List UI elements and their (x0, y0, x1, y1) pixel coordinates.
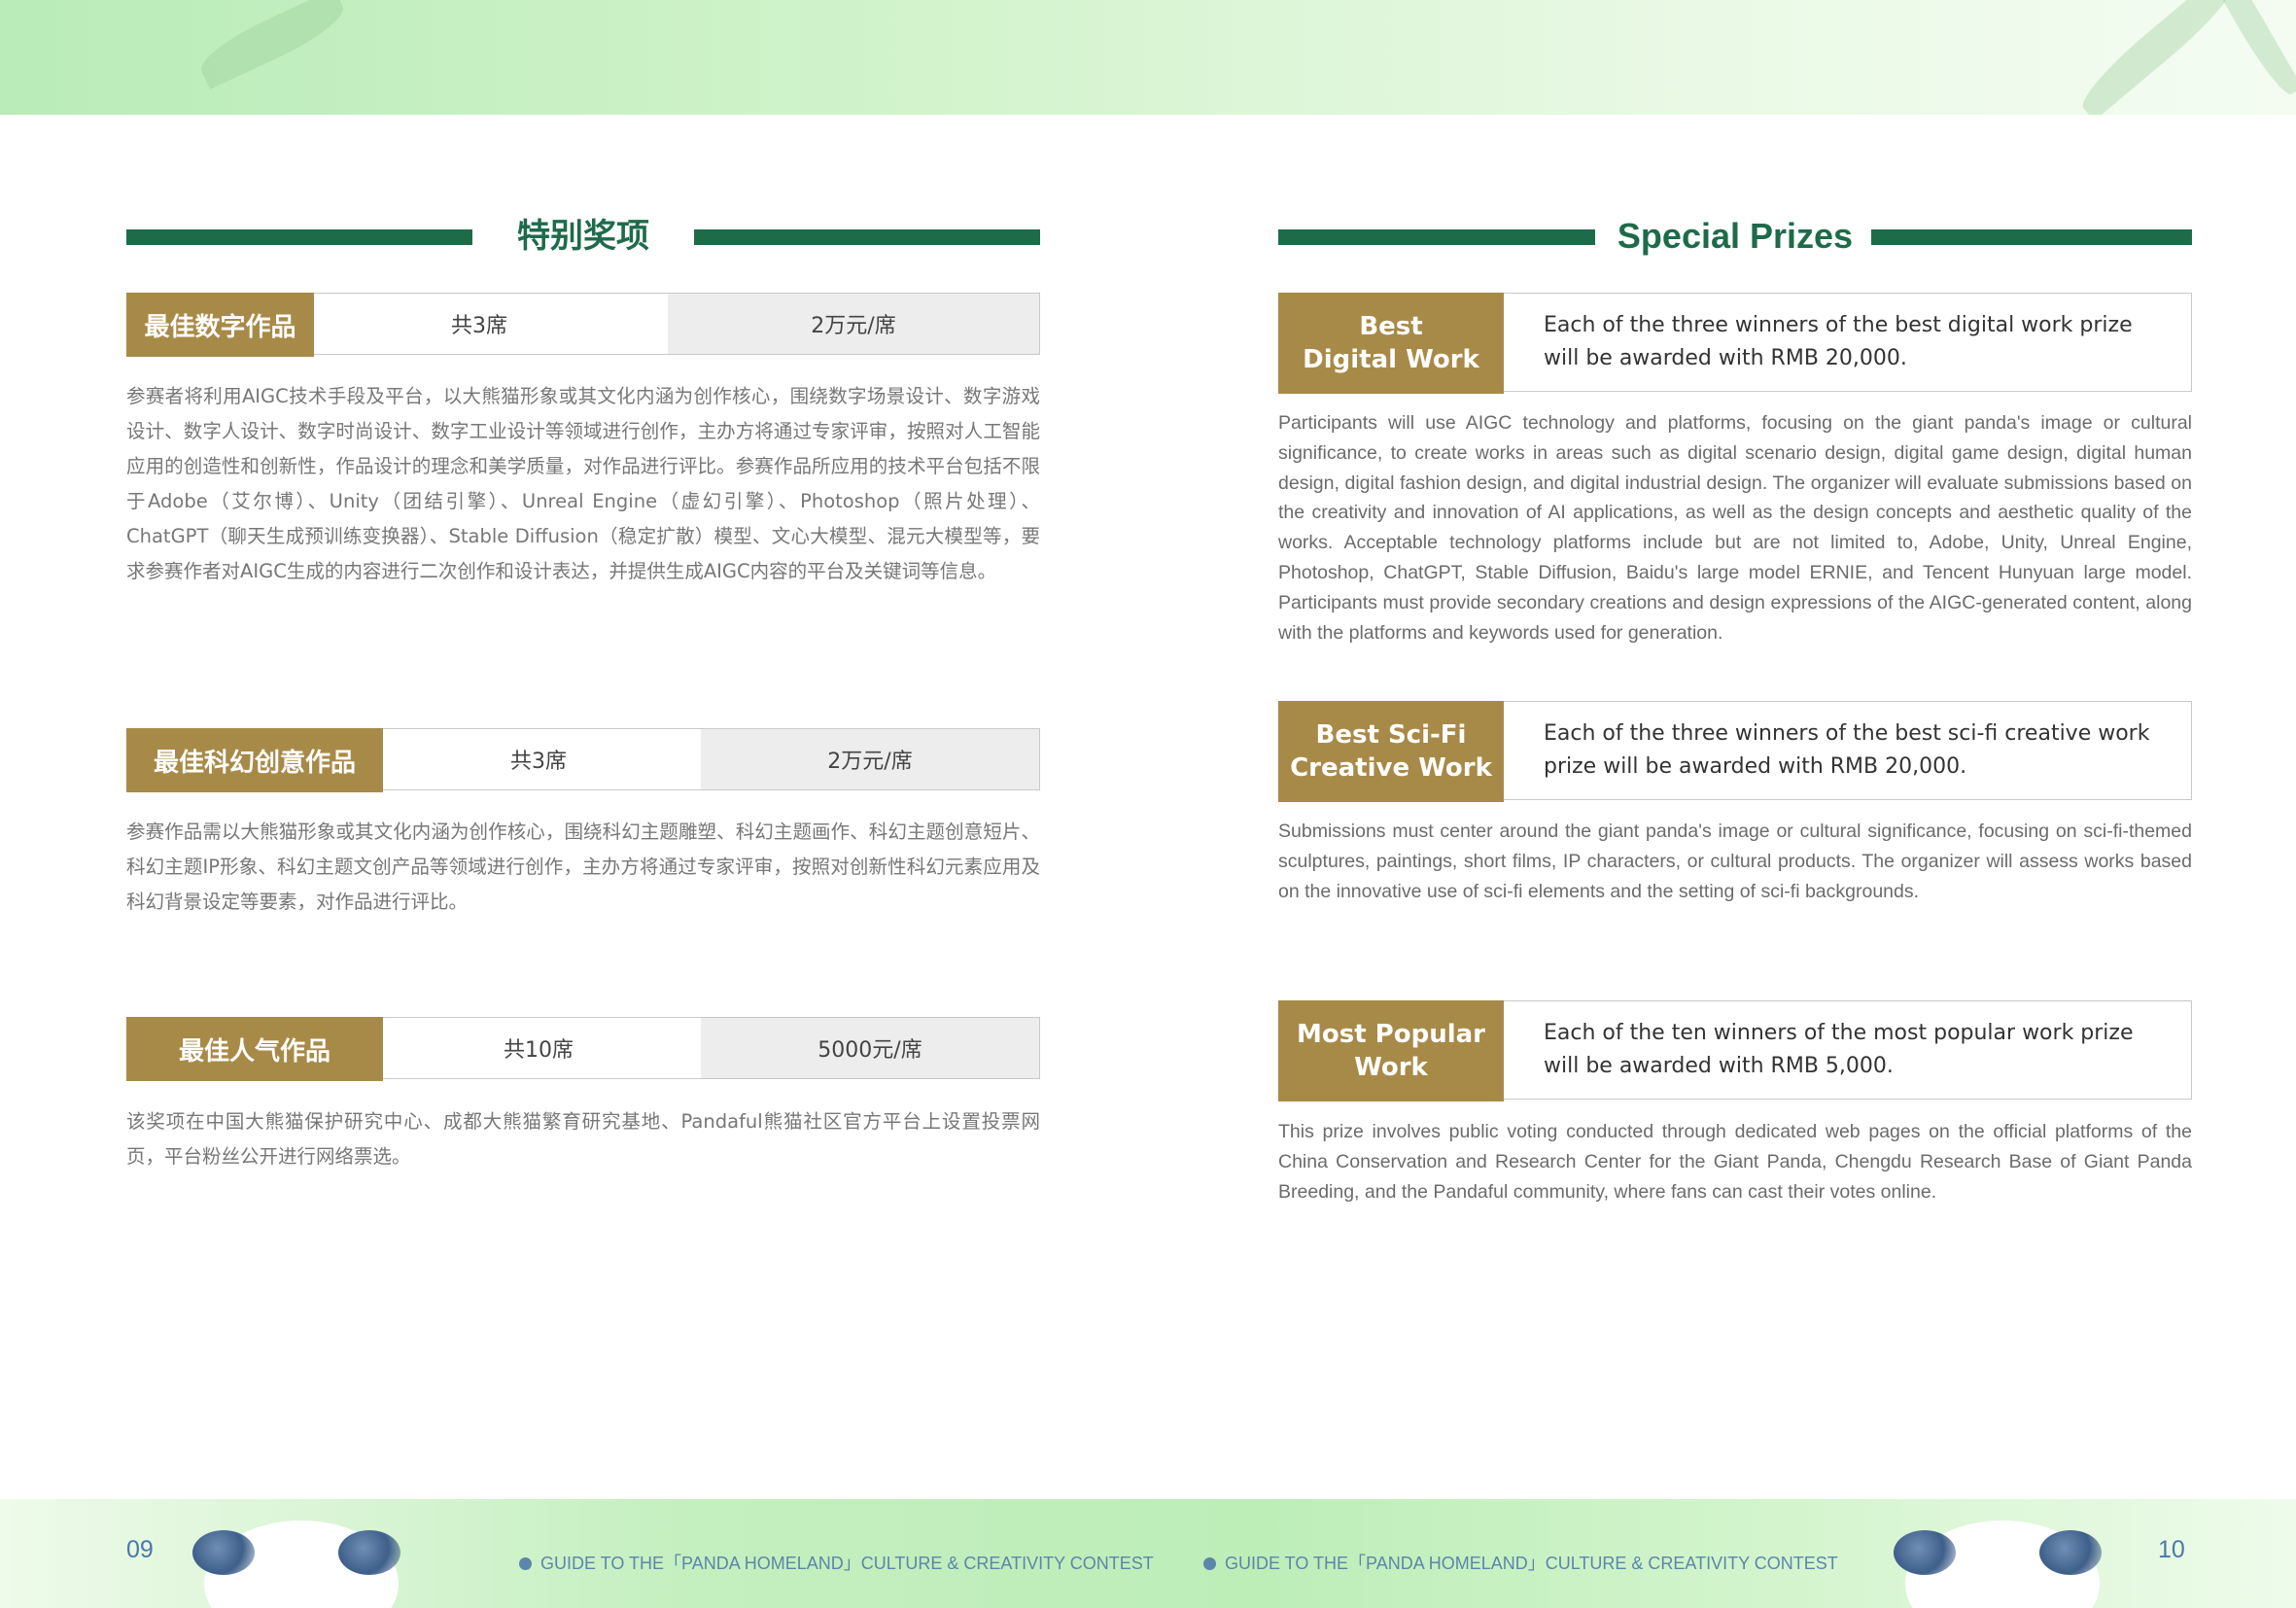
footer-guide-right: GUIDE TO THE「PANDA HOMELAND」CULTURE & CR… (1203, 1550, 1838, 1575)
page-title: 特别奖项 (517, 217, 649, 256)
prize-label-line1: Best Sci-Fi (1315, 720, 1467, 750)
prize-description: 参赛者将利用AIGC技术手段及平台，以大熊猫形象或其文化内涵为创作核心，围绕数字… (126, 385, 1040, 582)
prize-count: 共10席 (504, 1038, 574, 1063)
prize-label-line1: Most Popular (1296, 1020, 1485, 1049)
prize-label: 最佳科幻创意作品 (126, 728, 383, 792)
prize-row-most-popular: 最佳人气作品 共10席 5000元/席 (126, 1017, 1040, 1081)
prize-description: This prize involves public voting conduc… (1278, 1121, 2192, 1203)
prize-amount: 2万元/席 (668, 294, 1039, 354)
panda-ear (338, 1530, 400, 1575)
page-number-right: 10 (2158, 1536, 2185, 1563)
prize-summary: Each of the ten winners of the most popu… (1544, 1021, 2134, 1078)
prize-count: 共3席 (451, 314, 507, 338)
prize-count: 共3席 (510, 750, 567, 774)
prize-label: Best Sci-Fi Creative Work (1278, 701, 1504, 802)
bamboo-leaf-icon (193, 0, 351, 89)
footer-guide-text: GUIDE TO THE「PANDA HOMELAND」CULTURE & CR… (540, 1554, 1154, 1573)
prize-amount: 2万元/席 (701, 729, 1039, 789)
page-title: Special Prizes (1617, 216, 1854, 256)
prize-label-line2: Digital Work (1303, 345, 1479, 374)
panda-ear (192, 1530, 255, 1575)
prize-row-best-scifi: Best Sci-Fi Creative Work Each of the thr… (1278, 701, 2192, 802)
top-decorative-band (0, 0, 2296, 115)
prize-label-line2: Creative Work (1290, 753, 1492, 783)
prize-amount: 5000元/席 (701, 1018, 1039, 1078)
prize-row-best-digital: 最佳数字作品 共3席 2万元/席 (126, 293, 1040, 357)
panda-face-icon (185, 1499, 418, 1608)
prize-description: Participants will use AIGC technology an… (1278, 412, 2192, 644)
bamboo-leaf-icon (2072, 0, 2244, 115)
panda-ear (2039, 1530, 2102, 1575)
page-number-left: 09 (126, 1536, 154, 1563)
prize-label-line2: Work (1354, 1053, 1428, 1082)
prize-description: Submissions must center around the giant… (1278, 821, 2192, 902)
prize-row-most-popular: Most Popular Work Each of the ten winners… (1278, 1000, 2192, 1101)
section-heading: 特别奖项 (126, 212, 1040, 264)
prize-summary: Each of the three winners of the best di… (1544, 313, 2133, 370)
panda-face-icon (1886, 1499, 2119, 1608)
prize-row-best-digital: Best Digital Work Each of the three winne… (1278, 293, 2192, 394)
bullet-dot-icon (1203, 1557, 1216, 1570)
prize-label-line1: Best (1359, 312, 1423, 341)
bullet-dot-icon (519, 1557, 532, 1570)
prize-label: 最佳数字作品 (126, 293, 314, 357)
prize-description: 该奖项在中国大熊猫保护研究中心、成都大熊猫繁育研究基地、Pandaful熊猫社区… (126, 1110, 1040, 1168)
prize-row-best-scifi: 最佳科幻创意作品 共3席 2万元/席 (126, 728, 1040, 792)
prize-description: 参赛作品需以大熊猫形象或其文化内涵为创作核心，围绕科幻主题雕塑、科幻主题画作、科… (126, 821, 1040, 913)
prize-label: Most Popular Work (1278, 1000, 1504, 1101)
prize-label: 最佳人气作品 (126, 1017, 383, 1081)
section-heading: Special Prizes (1278, 212, 2192, 264)
panda-ear (1894, 1530, 1956, 1575)
footer-guide-text: GUIDE TO THE「PANDA HOMELAND」CULTURE & CR… (1225, 1554, 1838, 1573)
prize-label: Best Digital Work (1278, 293, 1504, 394)
footer-guide-left: GUIDE TO THE「PANDA HOMELAND」CULTURE & CR… (519, 1550, 1154, 1575)
prize-summary: Each of the three winners of the best sc… (1544, 721, 2150, 779)
